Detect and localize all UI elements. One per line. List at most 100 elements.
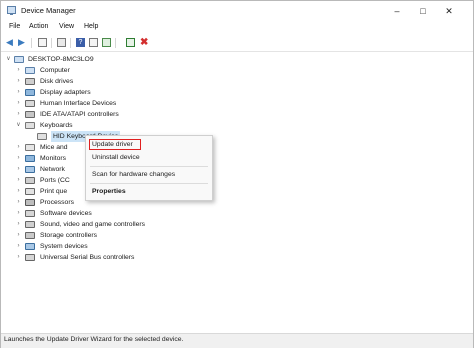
toolbar-separator — [31, 38, 32, 48]
printer-icon — [25, 188, 35, 195]
expand-icon[interactable]: › — [15, 197, 22, 208]
toolbar: ◀ ▶ ? ✖ — [1, 35, 473, 52]
tree-item-label: Ports (CC — [40, 177, 70, 184]
tree-item-label: Processors — [40, 199, 74, 206]
tree-root-label: DESKTOP-8MC3LO9 — [28, 56, 94, 63]
context-update-driver[interactable]: Update driver — [92, 141, 133, 148]
tree-item-computer[interactable]: › Computer — [15, 65, 215, 76]
system-device-icon — [25, 243, 35, 250]
disk-drive-icon — [25, 78, 35, 85]
expand-icon[interactable]: › — [15, 186, 22, 197]
device-manager-window: Device Manager – □ ✕ File Action View He… — [0, 0, 474, 348]
context-uninstall-device[interactable]: Uninstall device — [92, 154, 140, 161]
title-bar: Device Manager – □ ✕ — [1, 1, 473, 21]
tree-item-label: Software devices — [40, 210, 92, 217]
tree-item-disk-drives[interactable]: › Disk drives — [15, 76, 215, 87]
menu-help[interactable]: Help — [84, 23, 98, 30]
toolbar-separator — [115, 38, 116, 48]
tree-item-label: Print que — [40, 188, 68, 195]
context-properties[interactable]: Properties — [92, 188, 126, 195]
expand-icon[interactable]: › — [15, 164, 22, 175]
expand-icon[interactable]: › — [15, 175, 22, 186]
ide-controller-icon — [25, 111, 35, 118]
help-icon[interactable]: ? — [76, 38, 85, 47]
back-icon[interactable]: ◀ — [6, 38, 15, 47]
context-separator — [90, 166, 208, 167]
update-driver-icon[interactable] — [89, 38, 98, 47]
expand-icon[interactable]: › — [15, 241, 22, 252]
menu-view[interactable]: View — [59, 23, 74, 30]
tree-item-label: Computer — [40, 67, 70, 74]
collapse-icon[interactable]: ∨ — [15, 120, 22, 131]
close-button[interactable]: ✕ — [437, 1, 461, 21]
tree-item-human-interface-devices[interactable]: › Human Interface Devices — [15, 98, 215, 109]
context-separator — [90, 183, 208, 184]
menu-bar: File Action View Help — [1, 21, 473, 34]
expand-icon[interactable]: › — [15, 65, 22, 76]
network-adapter-icon — [25, 166, 35, 173]
tree-item-label: Sound, video and game controllers — [40, 221, 146, 228]
context-menu: Update driver Uninstall device Scan for … — [85, 135, 213, 201]
tree-item-label: Keyboards — [40, 122, 73, 129]
context-scan-hardware-changes[interactable]: Scan for hardware changes — [92, 171, 175, 178]
expand-icon[interactable]: › — [15, 252, 22, 263]
tree-item-keyboards[interactable]: ∨ Keyboards — [15, 120, 215, 131]
maximize-button[interactable]: □ — [411, 1, 435, 21]
tree-item-display-adapters[interactable]: › Display adapters — [15, 87, 215, 98]
expand-icon[interactable]: › — [15, 109, 22, 120]
minimize-button[interactable]: – — [385, 1, 409, 21]
tree-item-ide-controllers[interactable]: › IDE ATA/ATAPI controllers — [15, 109, 215, 120]
tree-item-label: Network — [40, 166, 65, 173]
device-manager-icon — [7, 6, 16, 15]
menu-file[interactable]: File — [9, 23, 20, 30]
forward-icon[interactable]: ▶ — [18, 38, 27, 47]
tree-item-label: Storage controllers — [40, 232, 98, 239]
expand-icon[interactable]: › — [15, 153, 22, 164]
port-icon — [25, 177, 35, 184]
show-hide-console-tree-icon[interactable] — [38, 38, 47, 47]
expand-icon[interactable]: › — [15, 208, 22, 219]
toolbar-separator — [51, 38, 52, 48]
tree-item-label: Universal Serial Bus controllers — [40, 254, 135, 261]
tree-item-storage-controllers[interactable]: › Storage controllers — [15, 230, 235, 241]
expand-icon[interactable]: › — [15, 230, 22, 241]
computer-icon — [25, 67, 35, 74]
toolbar-separator — [70, 38, 71, 48]
tree-item-label: Disk drives — [40, 78, 74, 85]
tree-item-software-devices[interactable]: › Software devices — [15, 208, 235, 219]
enable-device-icon[interactable] — [126, 38, 135, 47]
computer-icon — [14, 56, 24, 63]
processor-icon — [25, 199, 35, 206]
tree-item-label: Mice and — [40, 144, 68, 151]
tree-item-label: Human Interface Devices — [40, 100, 117, 107]
expand-icon[interactable]: › — [15, 76, 22, 87]
mouse-icon — [25, 144, 35, 151]
scan-hardware-icon[interactable] — [102, 38, 111, 47]
speaker-icon — [25, 221, 35, 228]
menu-action[interactable]: Action — [29, 23, 48, 30]
uninstall-icon[interactable]: ✖ — [140, 38, 149, 48]
tree-item-label: Display adapters — [40, 89, 91, 96]
monitor-icon — [25, 155, 35, 162]
tree-root[interactable]: ∨ DESKTOP-8MC3LO9 — [5, 54, 205, 65]
expand-icon[interactable]: › — [15, 219, 22, 230]
expand-icon[interactable]: › — [15, 98, 22, 109]
collapse-icon[interactable]: ∨ — [5, 54, 12, 65]
expand-icon[interactable]: › — [15, 142, 22, 153]
hid-icon — [25, 100, 35, 107]
tree-item-system-devices[interactable]: › System devices — [15, 241, 235, 252]
window-title: Device Manager — [21, 6, 76, 15]
tree-item-label: System devices — [40, 243, 88, 250]
tree-item-sound-video-game[interactable]: › Sound, video and game controllers — [15, 219, 235, 230]
expand-icon[interactable]: › — [15, 87, 22, 98]
tree-item-label: IDE ATA/ATAPI controllers — [40, 111, 119, 118]
status-text: Launches the Update Driver Wizard for th… — [4, 336, 184, 343]
keyboard-icon — [37, 133, 47, 140]
display-adapter-icon — [25, 89, 35, 96]
properties-icon[interactable] — [57, 38, 66, 47]
usb-icon — [25, 254, 35, 261]
device-tree: ∨ DESKTOP-8MC3LO9 › Computer › Disk driv… — [1, 52, 473, 334]
software-device-icon — [25, 210, 35, 217]
tree-item-usb-controllers[interactable]: › Universal Serial Bus controllers — [15, 252, 235, 263]
tree-item-label: Monitors — [40, 155, 67, 162]
